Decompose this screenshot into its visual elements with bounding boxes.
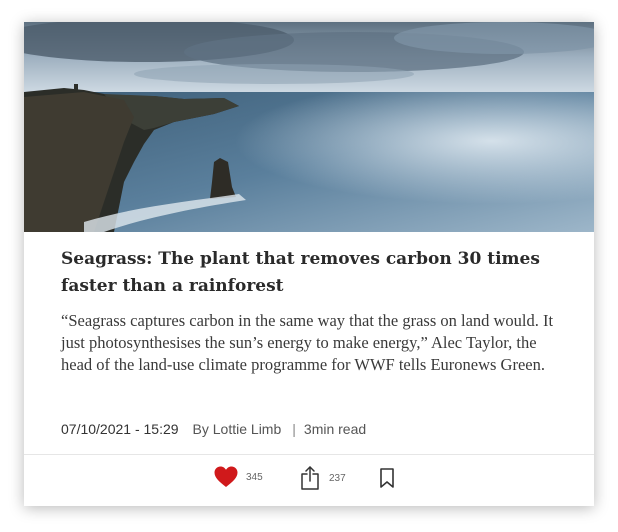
article-date: 07/10/2021 - 15:29 [61,421,179,437]
bookmark-icon [380,468,394,488]
article-title[interactable]: Seagrass: The plant that removes carbon … [61,246,561,300]
share-count: 237 [329,472,346,484]
article-author[interactable]: By Lottie Limb [193,421,282,437]
article-meta: 07/10/2021 - 15:29 By Lottie Limb | 3min… [61,420,366,438]
meta-separator: | [292,421,296,437]
action-bar: 345 237 [24,455,594,506]
like-count: 345 [246,471,263,483]
read-time: 3min read [303,421,367,437]
like-button[interactable]: 345 [214,466,263,488]
share-icon [300,466,320,490]
share-button[interactable]: 237 [300,466,346,490]
heart-icon [214,466,238,488]
article-card[interactable]: Seagrass: The plant that removes carbon … [24,22,594,506]
article-excerpt: “Seagrass captures carbon in the same wa… [61,311,554,374]
article-image[interactable] [24,22,594,232]
bookmark-button[interactable] [380,468,394,488]
